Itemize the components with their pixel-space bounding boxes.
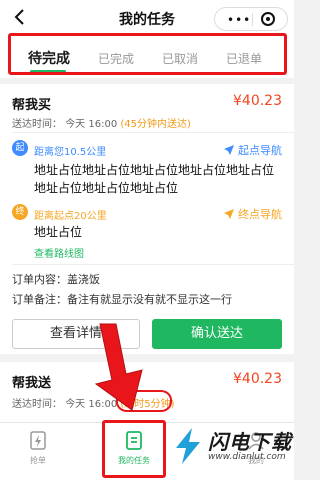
delivery-time-label: 送达时间： <box>12 399 62 410</box>
order-price: ¥40.23 <box>233 371 282 387</box>
delivery-time-label: 送达时间： <box>12 119 62 130</box>
end-address: 地址占位 <box>34 225 83 239</box>
end-badge: 终 <box>12 204 28 220</box>
start-badge: 起 <box>12 140 28 156</box>
confirm-delivery-button[interactable]: 确认送达 <box>152 319 282 349</box>
annotation-arrow-icon <box>94 323 143 411</box>
tabbar-item-grab-order[interactable]: 抢单 <box>26 431 50 466</box>
order-content-label: 订单内容： <box>12 273 67 286</box>
more-dots-icon[interactable]: ••• <box>227 13 251 27</box>
divider <box>12 264 294 265</box>
navigation-arrow-icon <box>224 145 234 155</box>
order-content-row: 订单内容：盖浇饭 <box>12 271 100 287</box>
end-navigation-label: 终点导航 <box>238 208 282 221</box>
watermark-url: www.dianlut.com <box>208 452 286 462</box>
start-navigation-label: 起点导航 <box>238 144 282 157</box>
delivery-remaining: (45分钟内送达) <box>120 119 191 130</box>
end-distance: 距离起点20公里 <box>34 211 107 222</box>
order-note-value: 备注有就显示没有就不显示这一行 <box>67 293 232 306</box>
order-price: ¥40.23 <box>233 93 282 109</box>
watermark-text: 闪电下载 <box>208 430 292 454</box>
order-card: 帮我买 ¥40.23 送达时间： 今天 16:00 (45分钟内送达) 起 距离… <box>0 84 294 354</box>
view-route-link[interactable]: 查看路线图 <box>34 245 84 260</box>
order-content-value: 盖浇饭 <box>67 273 100 286</box>
watermark: 闪电下载 www.dianlut.com <box>168 424 292 470</box>
start-distance: 距离您10.5公里 <box>34 147 107 158</box>
lightning-logo-icon <box>176 428 200 464</box>
order-note-row: 订单备注：备注有就显示没有就不显示这一行 <box>12 291 232 307</box>
delivery-time-value: 今天 16:00 <box>65 119 118 130</box>
capsule-divider <box>252 13 253 26</box>
navigation-arrow-icon <box>224 209 234 219</box>
tabs-highlight-box <box>8 33 287 75</box>
delivery-time-row: 送达时间： 今天 16:00 (45分钟内送达) <box>12 115 191 130</box>
order-type-title: 帮我买 <box>12 98 52 113</box>
order-note-label: 订单备注： <box>12 293 67 306</box>
close-target-icon[interactable] <box>261 12 275 26</box>
start-address: 地址占位地址占位地址占位地址占位地址占位地址占位地址占位地址占位 <box>34 163 275 195</box>
divider <box>12 132 294 133</box>
tabbar-highlight-box <box>102 420 166 478</box>
end-navigation-link[interactable]: 终点导航 <box>224 206 282 222</box>
tabbar-label: 抢单 <box>30 456 46 465</box>
mini-program-capsule: ••• <box>214 7 288 31</box>
start-navigation-link[interactable]: 起点导航 <box>224 142 282 158</box>
order-type-title: 帮我送 <box>12 376 52 391</box>
lightning-icon <box>30 431 46 450</box>
